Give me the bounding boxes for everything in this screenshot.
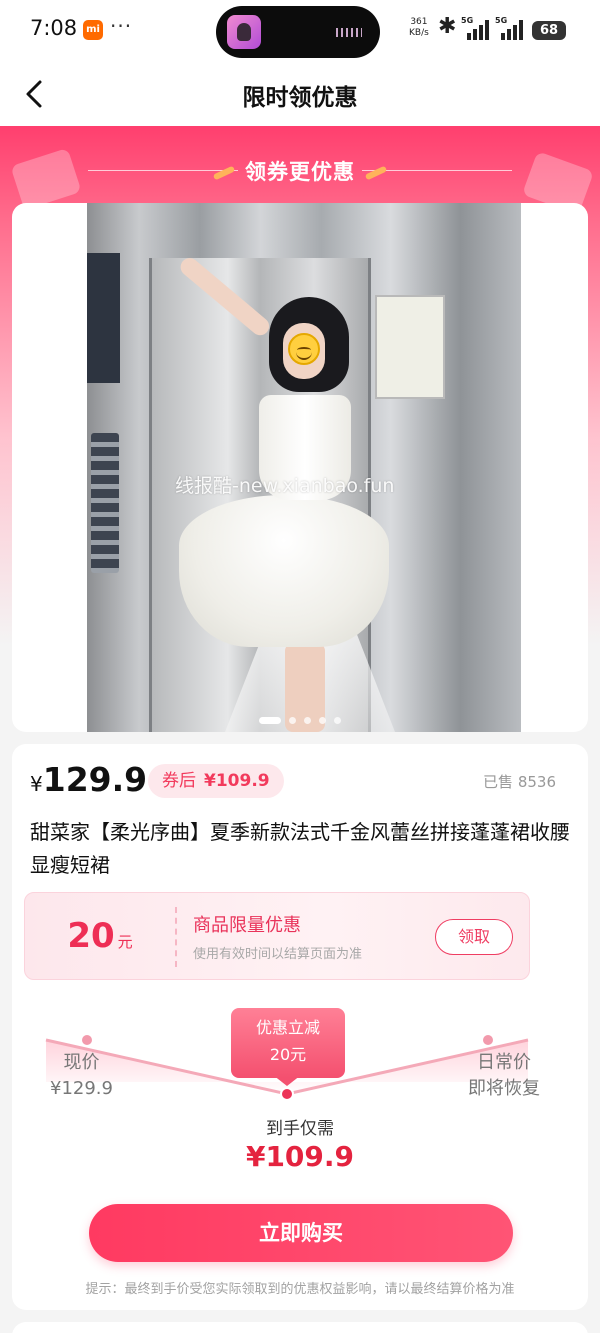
coupon-amount-block: 20 元 [25,893,175,979]
signal-icon: 5G [461,16,491,40]
discount-badge: 优惠立减 20元 [231,1008,345,1078]
network-speed: 361 KB/s [409,17,429,39]
coupon-description: 使用有效时间以结算页面为准 [193,947,363,962]
product-title: 甜菜家【柔光序曲】夏季新款法式千金风蕾丝拼接蓬蓬裙收腰显瘦短裙 [30,820,570,877]
product-image-card[interactable]: 线报酷-new.xianbao.fun [12,203,588,732]
regular-price-label: 日常价 [477,1052,531,1073]
audio-wave-icon [336,28,362,37]
navigation-bar: 限时领优惠 [0,62,600,126]
current-price: 129.9 [42,760,148,799]
discount-label: 优惠立减 [255,1018,320,1037]
current-price-block: 现价 ¥129.9 [50,1050,113,1102]
product-photo[interactable]: 线报酷-new.xianbao.fun [87,203,521,732]
smiley-emoji-icon [288,333,320,365]
pager-dot-active[interactable] [259,717,281,724]
buy-now-button[interactable]: 立即购买 [89,1204,513,1262]
pager-dot[interactable] [319,717,326,724]
coupon-amount: 20 [67,916,115,956]
price-flow: 现价 ¥129.9 优惠立减 20元 日常价 即将恢复 到手仅需 ¥109.9 [12,1002,588,1182]
coupon-card: 20 元 商品限量优惠 使用有效时间以结算页面为准 领取 [24,892,530,980]
final-price: ¥109.9 [245,1140,355,1173]
after-coupon-label: 券后 [162,771,196,791]
network-speed-value: 361 [410,17,428,27]
more-notifications-icon: ··· [110,14,133,38]
price-row: ¥129.9 券后 ¥109.9 已售 8536 [30,760,570,804]
sold-count: 已售 8536 [483,773,556,791]
next-section-card [12,1322,588,1333]
coupon-divider [175,907,177,967]
pager-dot[interactable] [304,717,311,724]
discount-value: 20元 [269,1045,307,1064]
status-bar: 7:08 mi ··· 361 KB/s ✱ 5G 5G 68 [0,0,600,62]
signal-icon: 5G [495,16,525,40]
elevator-display [87,253,120,383]
coupon-unit: 元 [117,933,133,951]
banner-heading: 领券更优惠 [0,156,600,186]
bluetooth-icon: ✱ [438,14,457,39]
pager-dot[interactable] [289,717,296,724]
product-info-card: ¥129.9 券后 ¥109.9 已售 8536 甜菜家【柔光序曲】夏季新款法式千… [12,744,588,1310]
elevator-keypad [91,433,119,573]
current-price-value: ¥129.9 [50,1078,113,1099]
after-coupon-badge: 券后 ¥109.9 [148,764,284,798]
coupon-name: 商品限量优惠 [193,915,301,936]
xiaomi-icon: mi [83,20,103,40]
battery-icon: 68 [532,21,566,40]
regular-price-note: 即将恢复 [468,1078,540,1099]
final-price-label: 到手仅需 [266,1119,334,1139]
page-title: 限时领优惠 [242,85,358,111]
image-pager[interactable] [12,710,588,729]
currency-symbol: ¥ [30,772,43,796]
claim-coupon-button[interactable]: 领取 [435,919,513,955]
dynamic-island[interactable] [216,6,380,58]
image-watermark: 线报酷-new.xianbao.fun [175,475,395,497]
regular-price-block: 日常价 即将恢复 [468,1050,540,1102]
price-tip: 提示：最终到手价受您实际领取到的优惠权益影响，请以最终结算价格为准 [85,1282,515,1297]
elevator-notice [375,295,445,399]
status-time: 7:08 [30,16,78,40]
network-speed-unit: KB/s [409,28,429,38]
after-coupon-price: ¥109.9 [204,771,270,791]
music-cover-icon [227,15,261,49]
pager-dot[interactable] [334,717,341,724]
current-price-label: 现价 [63,1052,100,1073]
dress-skirt [179,495,389,647]
